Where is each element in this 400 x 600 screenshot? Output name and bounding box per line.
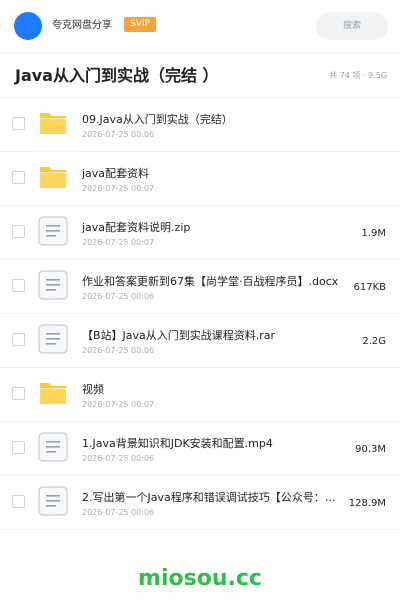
file-size: 2.2G [362,336,386,347]
file-row[interactable]: 【B站】Java从入门到实战课程资料.rar 2026-07-25 00:06 2.… [0,314,400,368]
file-row[interactable]: 视频 2026-07-25 00:07 [0,368,400,422]
file-date: 2026-07-25 00:06 [82,292,155,301]
file-list: 09.Java从入门到实战（完结） 2026-07-25 00:06 java配套资… [0,98,400,530]
file-date: 2026-07-25 00:06 [82,346,155,355]
file-date: 2026-07-25 00:06 [82,508,155,517]
document-icon [38,486,68,516]
file-size: 128.9M [348,498,386,509]
row-checkbox[interactable] [12,225,25,238]
file-size: 1.9M [361,228,386,239]
file-name[interactable]: 09.Java从入门到实战（完结） [82,113,344,127]
file-row[interactable]: java配套资料说明.zip 2026-07-25 00:07 1.9M [0,206,400,260]
file-name[interactable]: 【B站】Java从入门到实战课程资料.rar [82,329,344,343]
watermark: miosou.cc [138,566,262,591]
file-row[interactable]: 作业和答案更新到67集【尚学堂·百战程序员】.docx 2026-07-25 00… [0,260,400,314]
row-checkbox[interactable] [12,441,25,454]
row-checkbox[interactable] [12,171,25,184]
summary-separator: · [362,71,366,80]
document-icon [38,324,68,354]
row-checkbox[interactable] [12,279,25,292]
folder-summary: 共 74 项 · 9.5G [329,70,387,82]
item-count: 共 74 项 [329,71,361,80]
file-size: 617KB [353,282,386,293]
page-title: Java从入门到实战（完结 ） [15,66,219,85]
total-size: 9.5G [368,71,387,80]
document-icon [38,216,68,246]
file-date: 2026-07-25 00:06 [82,454,155,463]
file-name[interactable]: 1.Java背景知识和JDK安装和配置.mp4 [82,437,344,451]
file-date: 2026-07-25 00:06 [82,130,155,139]
share-owner-name: 夸克网盘分享 [52,20,112,31]
file-name[interactable]: java配套资料说明.zip [82,221,344,235]
row-checkbox[interactable] [12,495,25,508]
folder-icon [38,162,68,192]
file-name[interactable]: 作业和答案更新到67集【尚学堂·百战程序员】.docx [82,275,344,289]
row-checkbox[interactable] [12,117,25,130]
svip-badge: SVIP [124,17,156,32]
file-row[interactable]: 2.写出第一个Java程序和错误调试技巧【公众号：小众资源】.mp4 2026-0… [0,476,400,530]
file-size: 90.3M [355,444,386,455]
document-icon [38,270,68,300]
file-name[interactable]: 2.写出第一个Java程序和错误调试技巧【公众号：小众资源】.mp4 [82,491,344,505]
share-header: 夸克网盘分享 SVIP 搜索 [0,0,400,52]
file-row[interactable]: java配套资料 2026-07-25 00:07 [0,152,400,206]
folder-icon [38,378,68,408]
file-name[interactable]: java配套资料 [82,167,344,181]
file-date: 2026-07-25 00:07 [82,238,155,247]
file-row[interactable]: 1.Java背景知识和JDK安装和配置.mp4 2026-07-25 00:06 9… [0,422,400,476]
row-checkbox[interactable] [12,387,25,400]
avatar[interactable] [14,12,42,40]
search-button[interactable]: 搜索 [316,12,388,40]
document-icon [38,432,68,462]
file-row[interactable]: 09.Java从入门到实战（完结） 2026-07-25 00:06 [0,98,400,152]
folder-title-bar: Java从入门到实战（完结 ） 共 74 项 · 9.5G [0,52,400,98]
folder-icon [38,108,68,138]
row-checkbox[interactable] [12,333,25,346]
file-date: 2026-07-25 00:07 [82,184,155,193]
file-date: 2026-07-25 00:07 [82,400,155,409]
file-name[interactable]: 视频 [82,383,344,397]
